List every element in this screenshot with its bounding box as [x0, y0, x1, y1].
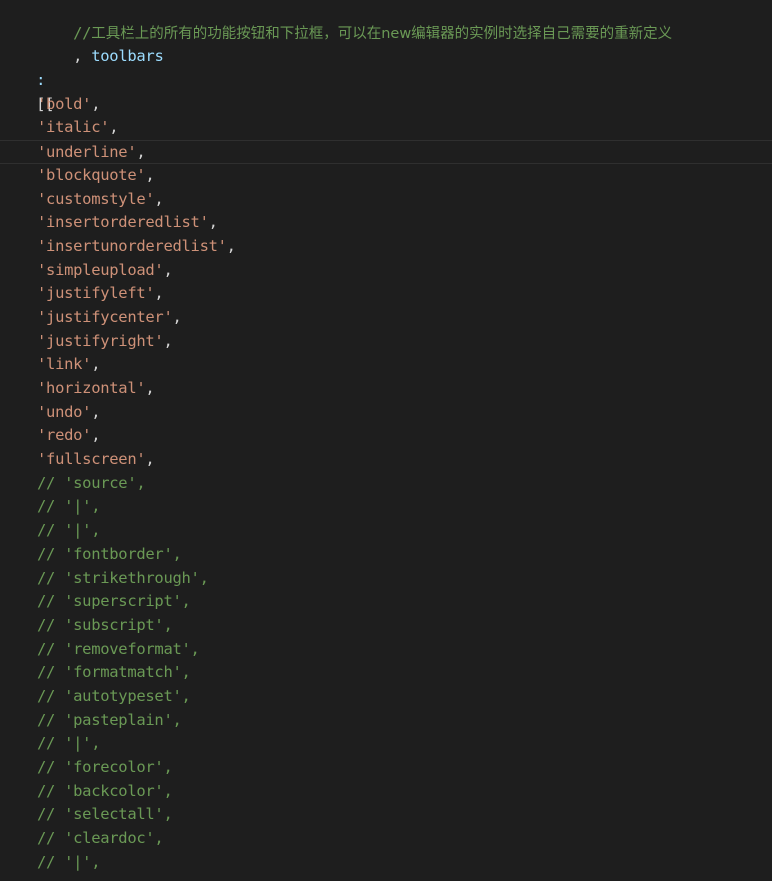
item-separator: , [136, 143, 146, 162]
item-separator: , [145, 450, 155, 469]
item-separator: , [226, 236, 236, 255]
item-separator: , [145, 165, 155, 184]
toolbar-item-string: 'insertorderedlist' [37, 213, 209, 232]
toolbar-item-string: 'undo' [37, 402, 92, 421]
code-line-active-item: 'bold', [0, 93, 772, 117]
commented-toolbar-item: // '|', [37, 852, 101, 871]
code-line-commented-item: // '|', [0, 732, 772, 756]
toolbar-item-string: 'underline' [37, 143, 137, 162]
item-separator: , [163, 331, 173, 350]
commented-toolbar-item: // 'selectall', [37, 805, 173, 824]
code-line-active-item: 'justifyleft', [0, 282, 772, 306]
item-separator: , [154, 284, 164, 303]
toolbar-item-string: 'bold' [37, 94, 92, 113]
code-line-active-item: 'fullscreen', [0, 448, 772, 472]
code-line-commented-item: // '|', [0, 851, 772, 875]
toolbar-item-string: 'horizontal' [37, 379, 146, 397]
code-line-toolbars: , toolbars [0, 22, 772, 65]
toolbar-item-string: 'customstyle' [37, 189, 155, 208]
commented-toolbar-item: // 'source', [37, 473, 146, 492]
code-line-active-item: 'redo', [0, 424, 772, 448]
commented-toolbar-item: // 'autotypeset', [37, 686, 191, 705]
code-line-active-item: 'simpleupload', [0, 259, 772, 283]
toolbar-item-string: 'simpleupload' [37, 260, 164, 279]
code-line-active-item: 'insertorderedlist', [0, 211, 772, 235]
code-line-commented-item: // 'cleardoc', [0, 827, 772, 851]
code-line-commented-item: // 'subscript', [0, 614, 772, 638]
item-separator: , [91, 426, 101, 445]
code-line-open-brackets: [[ [0, 69, 772, 113]
code-line-active-item: 'italic', [0, 116, 772, 140]
code-line-commented-item: // 'removeformat', [0, 638, 772, 662]
code-line-active-item: 'justifyright', [0, 330, 772, 354]
toolbar-item-string: 'insertunorderedlist' [37, 236, 227, 255]
commented-toolbar-item: // 'removeformat', [37, 639, 200, 658]
code-line-active-item: 'undo', [0, 401, 772, 425]
code-line-colon: : [0, 45, 772, 89]
toolbar-item-string: 'justifyright' [37, 331, 164, 350]
toolbar-item-string: 'justifyleft' [37, 284, 155, 303]
toolbar-item-string: 'fullscreen' [37, 450, 146, 469]
code-line-commented-item: // 'forecolor', [0, 756, 772, 780]
commented-toolbar-item: // '|', [37, 734, 101, 753]
active-toolbar-items: 'bold','italic','underline','blockquote'… [0, 93, 772, 472]
code-line-commented-item: // 'strikethrough', [0, 567, 772, 591]
item-separator: , [91, 402, 101, 421]
commented-toolbar-item: // 'strikethrough', [37, 568, 209, 587]
toolbar-item-string: 'italic' [37, 118, 110, 137]
commented-toolbar-item: // 'fontborder', [37, 544, 182, 563]
code-line-commented-item: // 'pasteplain', [0, 709, 772, 733]
item-separator: , [172, 307, 182, 326]
item-separator: , [91, 94, 101, 113]
code-line-active-item: 'customstyle', [0, 188, 772, 212]
code-line-header-comment: //工具栏上的所有的功能按钮和下拉框，可以在new编辑器的实例时选择自己需要的重… [0, 0, 772, 42]
code-line-commented-item: // 'fontborder', [0, 543, 772, 567]
code-line-commented-item: // 'backcolor', [0, 780, 772, 804]
commented-toolbar-item: // 'pasteplain', [37, 710, 182, 729]
commented-toolbar-item: // '|', [37, 497, 101, 516]
toolbar-item-string: 'blockquote' [37, 165, 146, 184]
code-line-commented-item: // 'superscript', [0, 590, 772, 614]
commented-toolbar-item: // '|', [37, 521, 101, 540]
commented-toolbar-item: // 'formatmatch', [37, 663, 191, 682]
code-line-commented-item: // 'autotypeset', [0, 685, 772, 709]
code-line-active-item: 'blockquote', [0, 164, 772, 188]
commented-toolbar-item: // 'superscript', [37, 592, 191, 611]
commented-toolbar-item: // 'forecolor', [37, 758, 173, 776]
item-separator: , [208, 213, 218, 232]
code-line-active-item: 'link', [0, 353, 772, 377]
code-line-active-item: 'justifycenter', [0, 306, 772, 330]
code-editor[interactable]: //工具栏上的所有的功能按钮和下拉框，可以在new编辑器的实例时选择自己需要的重… [0, 0, 772, 881]
item-separator: , [109, 118, 119, 137]
commented-toolbar-item: // 'cleardoc', [37, 829, 164, 848]
commented-toolbar-item: // 'subscript', [37, 615, 173, 634]
code-line-active-item: 'underline', [0, 140, 772, 164]
toolbar-item-string: 'redo' [37, 426, 92, 445]
code-line-active-item: 'horizontal', [0, 377, 772, 401]
item-separator: , [163, 260, 173, 279]
item-separator: , [145, 379, 155, 397]
commented-toolbar-item: // 'backcolor', [37, 781, 173, 800]
code-line-commented-item: // 'selectall', [0, 803, 772, 827]
commented-toolbar-items: // 'source', // '|', // '|', // 'fontborder… [0, 472, 772, 875]
item-separator: , [154, 189, 164, 208]
code-line-active-item: 'insertunorderedlist', [0, 235, 772, 259]
code-line-commented-item: // '|', [0, 495, 772, 519]
code-line-commented-item: // 'source', [0, 472, 772, 496]
toolbar-item-string: 'justifycenter' [37, 307, 173, 326]
code-line-commented-item: // 'formatmatch', [0, 661, 772, 685]
item-separator: , [91, 355, 101, 374]
code-line-commented-item: // '|', [0, 519, 772, 543]
toolbar-item-string: 'link' [37, 355, 92, 374]
